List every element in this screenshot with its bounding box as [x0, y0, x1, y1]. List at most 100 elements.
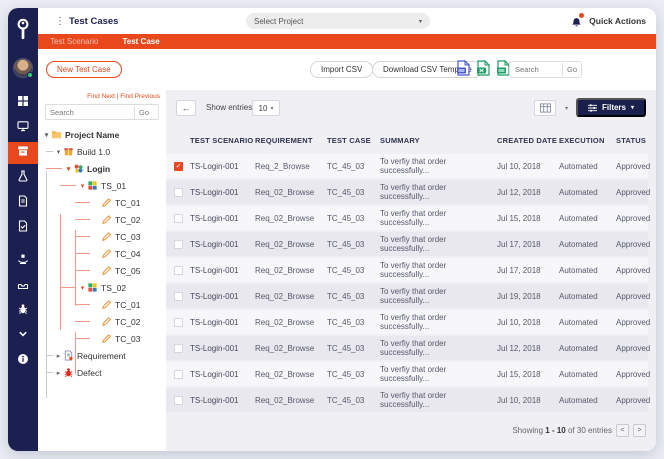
cell-test-case: TC_45_03 — [327, 291, 365, 301]
col-requirement[interactable]: REQUIREMENT — [255, 136, 327, 145]
col-test-scenario[interactable]: TEST SCENARIO — [190, 136, 255, 145]
sidebar-item-more[interactable] — [8, 325, 38, 347]
tab-test-scenario[interactable]: Test Scenario — [50, 37, 98, 46]
tree-item-requirement[interactable]: ▸ Requirement — [38, 347, 166, 364]
row-checkbox[interactable] — [174, 369, 183, 379]
tree-item-tc-01[interactable]: TC_01 — [38, 194, 166, 211]
row-checkbox[interactable] — [174, 265, 183, 275]
row-checkbox[interactable] — [174, 213, 183, 223]
sidebar-item-test-lab[interactable] — [8, 167, 38, 189]
table-row[interactable]: TS-Login-001 Req_02_Browse TC_45_03 To v… — [166, 388, 650, 412]
excel-export-icon[interactable] — [476, 59, 491, 81]
pdf-export-icon[interactable] — [456, 59, 471, 81]
col-created-date[interactable]: CREATED DATE — [497, 136, 559, 145]
row-checkbox[interactable] — [174, 187, 183, 197]
tree-search-go-button[interactable]: Go — [134, 105, 153, 119]
tree-caret-icon[interactable]: ▾ — [78, 284, 87, 292]
table-row[interactable]: TS-Login-001 Req_02_Browse TC_45_03 To v… — [166, 258, 650, 282]
chevron-down-icon[interactable]: ▾ — [565, 105, 568, 112]
tree-item-tc-01[interactable]: TC_01 — [38, 296, 166, 313]
col-summary[interactable]: SUMMARY — [380, 136, 497, 145]
cell-summary: To verfiy that order successfully... — [380, 365, 447, 383]
prev-page-button[interactable]: < — [616, 424, 629, 437]
tree-item-ts-01[interactable]: ▾ TS_01 — [38, 177, 166, 194]
tree-caret-icon[interactable]: ▾ — [54, 148, 63, 156]
cell-created-date: Jul 12, 2018 — [497, 187, 541, 197]
tree-item-project-name[interactable]: ▾ Project Name — [38, 126, 166, 143]
cell-summary: To verfiy that order successfully... — [380, 157, 447, 175]
row-checkbox[interactable] — [174, 291, 183, 301]
user-avatar[interactable] — [13, 58, 33, 78]
app-logo-icon — [8, 8, 38, 50]
page-title: Test Cases — [69, 15, 119, 27]
tree-caret-icon[interactable]: ▾ — [78, 182, 87, 190]
tree-item-tc-02[interactable]: TC_02 — [38, 313, 166, 330]
table-row[interactable]: TS-Login-001 Req_02_Browse TC_45_03 To v… — [166, 362, 650, 386]
row-checkbox[interactable] — [174, 343, 183, 353]
search-go-button[interactable]: Go — [562, 63, 581, 76]
sidebar-item-info[interactable] — [8, 350, 38, 372]
cell-status: Approved — [616, 291, 651, 301]
bell-icon[interactable] — [571, 13, 585, 27]
table-row[interactable]: TS-Login-001 Req_02_Browse TC_45_03 To v… — [166, 336, 650, 360]
import-csv-button[interactable]: Import CSV — [310, 61, 374, 78]
kebab-icon[interactable]: ⋮ — [55, 16, 65, 27]
tree-item-defect[interactable]: ▸ Defect — [38, 364, 166, 381]
tree-search-input[interactable] — [46, 107, 134, 117]
tree-icon-build-1-0 — [63, 146, 74, 157]
cell-test-case: TC_45_03 — [327, 161, 365, 171]
col-test-case[interactable]: TEST CASE — [327, 136, 380, 145]
row-checkbox[interactable] — [174, 317, 183, 327]
tree-item-tc-04[interactable]: TC_04 — [38, 245, 166, 262]
tree-item-build-1-0[interactable]: ▾ Build 1.0 — [38, 143, 166, 160]
new-test-case-button[interactable]: New Test Case — [46, 61, 122, 78]
tree-item-login[interactable]: ▾ Login — [38, 160, 166, 177]
tree-item-ts-02[interactable]: ▾ TS_02 — [38, 279, 166, 296]
sidebar-item-test-cases[interactable] — [8, 142, 38, 164]
tree-connector-line — [75, 332, 76, 374]
table-row[interactable]: TS-Login-001 Req_02_Browse TC_45_03 To v… — [166, 284, 651, 308]
sidebar-icon-dashboard — [17, 94, 29, 112]
tree-item-tc-03[interactable]: TC_03 — [38, 330, 166, 347]
column-picker-button[interactable] — [534, 100, 556, 116]
tree-caret-icon[interactable]: ▸ — [54, 352, 63, 360]
sidebar-item-builds[interactable] — [8, 275, 38, 297]
quick-actions-button[interactable]: Quick Actions — [589, 16, 646, 26]
row-checkbox[interactable] — [174, 239, 183, 249]
cell-test-case: TC_45_03 — [327, 343, 365, 353]
entries-count-select[interactable]: 10 ▾ — [252, 100, 280, 116]
tree-caret-icon[interactable]: ▾ — [64, 165, 73, 173]
chevron-down-icon: ▾ — [270, 105, 274, 112]
col-execution[interactable]: EXECUTION — [559, 136, 616, 145]
cell-test-scenario: TS-Login-001 — [190, 291, 239, 301]
tab-test-case[interactable]: Test Case — [122, 37, 159, 46]
tree-item-tc-02[interactable]: TC_02 — [38, 211, 166, 228]
sidebar-item-dashboard[interactable] — [8, 92, 38, 114]
back-arrow-button[interactable]: ← — [176, 100, 196, 116]
tree-item-label: Project Name — [65, 129, 120, 140]
tree-item-label: TC_02 — [115, 214, 141, 225]
tree-item-tc-03[interactable]: TC_03 — [38, 228, 166, 245]
sidebar-item-test-review[interactable] — [8, 217, 38, 239]
col-status[interactable]: STATUS — [616, 136, 646, 145]
tree-caret-icon[interactable]: ▸ — [54, 369, 63, 377]
table-row[interactable]: ✓ TS-Login-001 Req_2_Browse TC_45_03 To … — [166, 154, 650, 178]
table-row[interactable]: TS-Login-001 Req_02_Browse TC_45_03 To v… — [166, 310, 650, 334]
table-row[interactable]: TS-Login-001 Req_02_Browse TC_45_03 To v… — [166, 232, 650, 256]
search-input[interactable] — [510, 65, 562, 74]
tree-caret-icon[interactable]: ▾ — [42, 131, 51, 139]
find-next-previous-links[interactable]: Find Next | Find Previous — [87, 93, 160, 100]
next-page-button[interactable]: > — [633, 424, 646, 437]
sidebar-item-projects[interactable] — [8, 117, 38, 139]
project-select-dropdown[interactable]: Select Project ▾ — [246, 13, 430, 29]
tree-icon-tc-01 — [101, 197, 112, 208]
sidebar-item-delivery[interactable] — [8, 250, 38, 272]
table-row[interactable]: TS-Login-001 Req_02_Browse TC_45_03 To v… — [166, 180, 650, 204]
filters-button[interactable]: Filters ▾ — [576, 98, 646, 117]
row-checkbox[interactable]: ✓ — [174, 161, 183, 171]
sidebar-item-defects[interactable] — [8, 300, 38, 322]
tree-item-tc-05[interactable]: TC_05 — [38, 262, 166, 279]
sidebar-item-reports[interactable] — [8, 192, 38, 214]
table-row[interactable]: TS-Login-001 Req_02_Browse TC_45_03 To v… — [166, 206, 650, 230]
row-checkbox[interactable] — [174, 395, 183, 405]
